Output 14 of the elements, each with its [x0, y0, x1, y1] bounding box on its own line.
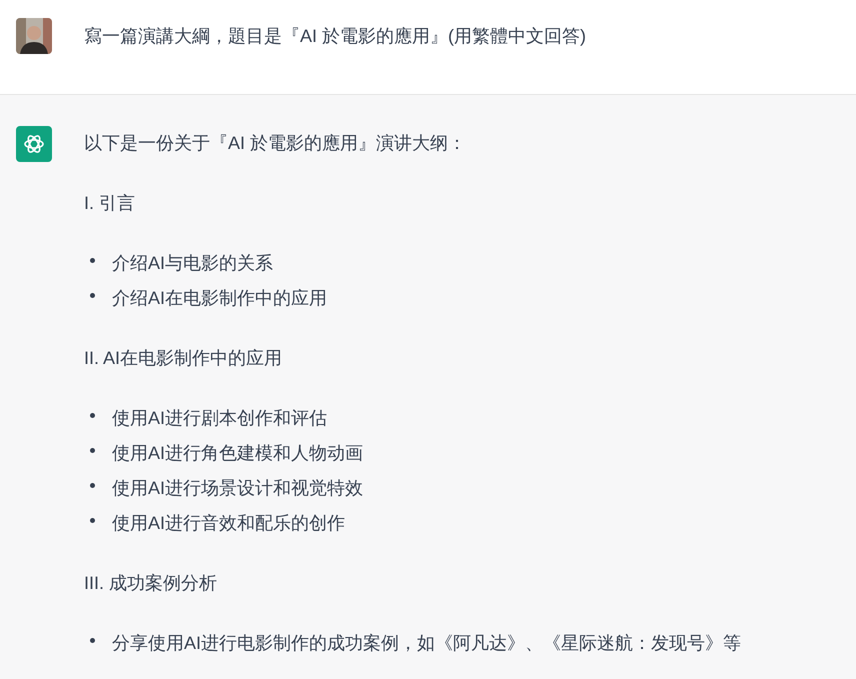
intro-text: 以下是一份关于『AI 於電影的應用』演讲大纲： [84, 132, 468, 155]
bullet-text: 使用AI进行音效和配乐的创作 [112, 512, 346, 535]
assistant-logo-icon [16, 126, 52, 162]
section-heading: I. 引言 [84, 192, 136, 215]
bullet-text: 使用AI进行场景设计和视觉特效 [112, 477, 364, 500]
bullet-text: 分享使用AI进行电影制作的成功案例，如《阿凡达》、《星际迷航：发现号》等 [112, 632, 742, 655]
user-message-text: 寫一篇演講大綱，題目是『AI 於電影的應用』(用繁體中文回答) [84, 25, 586, 48]
user-avatar-icon [16, 18, 52, 54]
bullet-text: 介绍AI在电影制作中的应用 [112, 287, 328, 310]
bullet-text: 使用AI进行剧本创作和评估 [112, 407, 328, 430]
section-heading: II. AI在电影制作中的应用 [84, 347, 284, 370]
bullet-text: 介绍AI与电影的关系 [112, 252, 274, 275]
bullet-text: 使用AI进行角色建模和人物动画 [112, 442, 364, 465]
section-heading: III. 成功案例分析 [84, 572, 218, 595]
